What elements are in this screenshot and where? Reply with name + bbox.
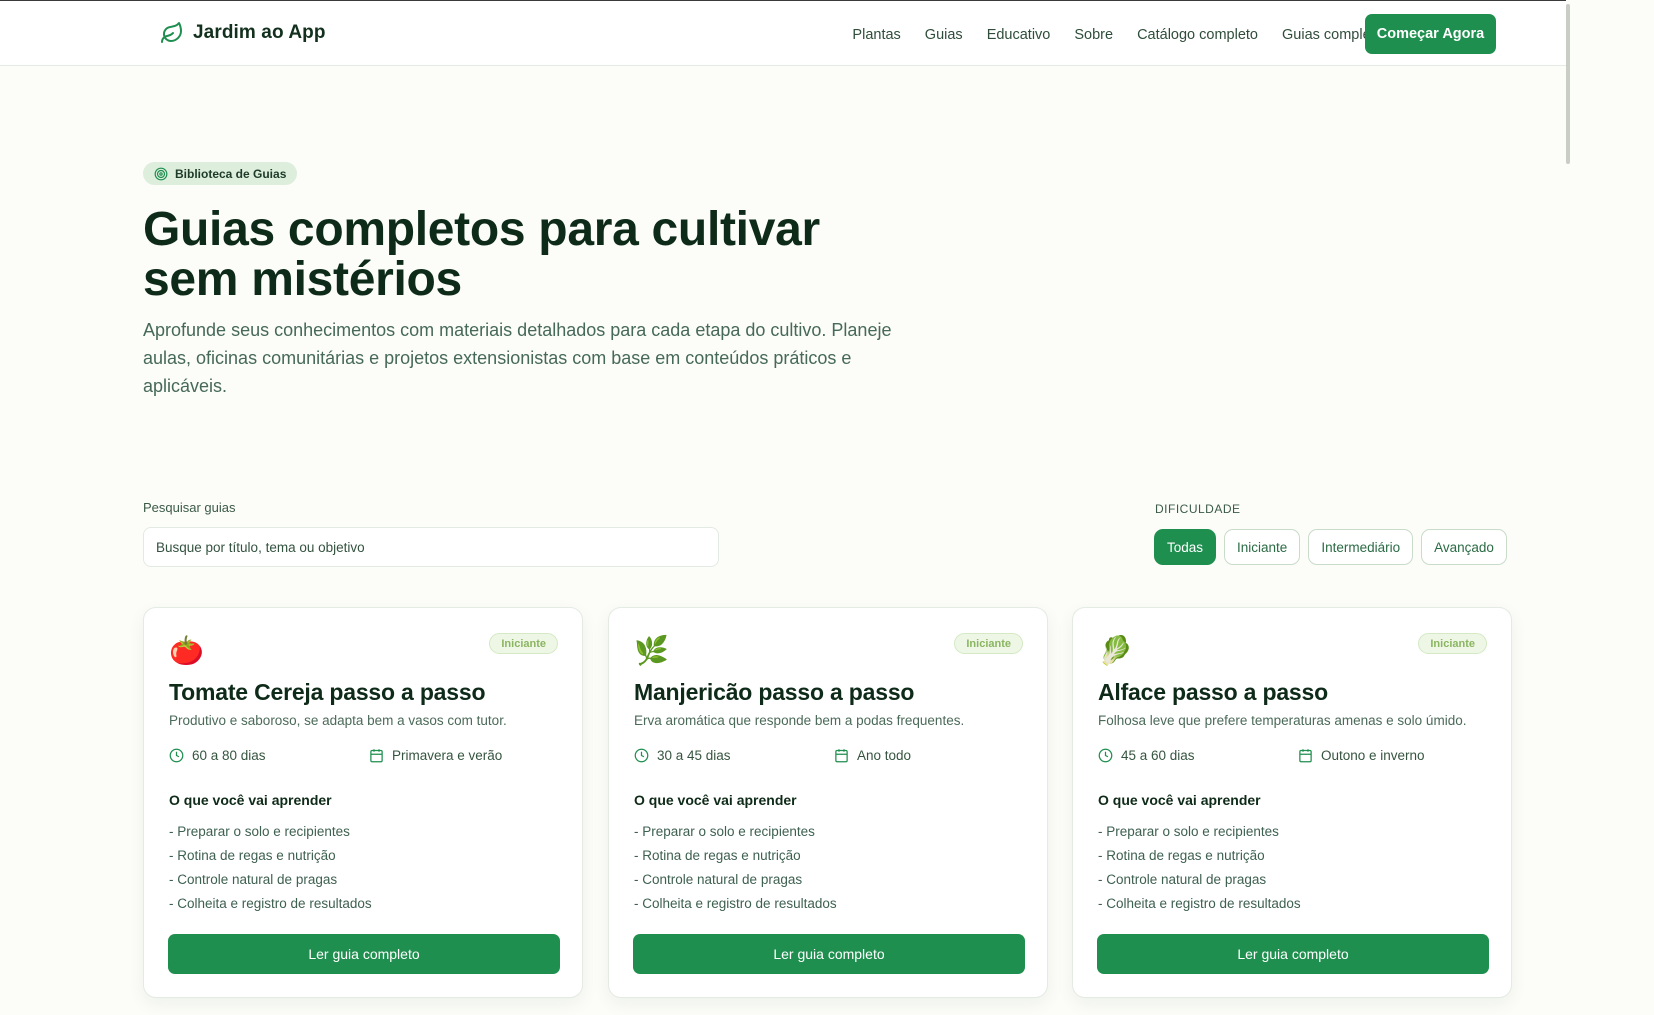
clock-icon: [169, 748, 184, 763]
main-nav: Plantas Guias Educativo Sobre Catálogo c…: [852, 27, 1390, 43]
guide-meta: 45 a 60 dias Outono e inverno: [1098, 748, 1488, 763]
duration-text: 60 a 80 dias: [192, 748, 266, 763]
nav-link-guias[interactable]: Guias: [925, 27, 963, 43]
filter-todas[interactable]: Todas: [1154, 529, 1217, 565]
guide-card: 🍅 Iniciante Tomate Cereja passo a passo …: [143, 607, 583, 998]
season-info: Ano todo: [834, 748, 911, 763]
nav-link-educativo[interactable]: Educativo: [987, 27, 1051, 43]
learn-heading: O que você vai aprender: [169, 792, 332, 808]
learn-heading: O que você vai aprender: [634, 792, 797, 808]
list-item: - Preparar o solo e recipientes: [169, 824, 350, 839]
read-guide-button[interactable]: Ler guia completo: [1097, 934, 1489, 974]
list-item: - Rotina de regas e nutrição: [1098, 848, 1265, 863]
duration-info: 60 a 80 dias: [169, 748, 369, 763]
filter-intermediario[interactable]: Intermediário: [1308, 529, 1414, 565]
guide-title: Manjericão passo a passo: [634, 679, 915, 705]
guide-title: Alface passo a passo: [1098, 679, 1328, 705]
calendar-icon: [1299, 749, 1312, 763]
duration-info: 30 a 45 dias: [634, 748, 834, 763]
start-now-button[interactable]: Começar Agora: [1365, 14, 1496, 54]
nav-link-catalogo-completo[interactable]: Catálogo completo: [1137, 27, 1258, 43]
guide-meta: 60 a 80 dias Primavera e verão: [169, 748, 559, 763]
brand-name: Jardim ao App: [193, 22, 326, 43]
list-item: - Controle natural de pragas: [169, 872, 338, 887]
difficulty-badge: Iniciante: [489, 633, 558, 654]
nav-link-sobre[interactable]: Sobre: [1074, 27, 1113, 43]
guide-description: Produtivo e saboroso, se adapta bem a va…: [169, 713, 507, 728]
guide-title: Tomate Cereja passo a passo: [169, 679, 486, 705]
target-icon: [154, 167, 168, 180]
guide-meta: 30 a 45 dias Ano todo: [634, 748, 1024, 763]
guide-card: 🌿 Iniciante Manjericão passo a passo Erv…: [608, 607, 1048, 998]
list-item: - Controle natural de pragas: [1098, 872, 1267, 887]
difficulty-badge: Iniciante: [1418, 633, 1487, 654]
nav-link-plantas[interactable]: Plantas: [852, 27, 900, 43]
duration-text: 30 a 45 dias: [657, 748, 731, 763]
section-badge: Biblioteca de Guias: [143, 162, 298, 185]
learn-list: - Preparar o solo e recipientes - Rotina…: [169, 820, 372, 916]
clock-icon: [1098, 748, 1113, 763]
season-info: Outono e inverno: [1298, 748, 1425, 763]
clock-icon: [634, 748, 649, 763]
list-item: - Rotina de regas e nutrição: [634, 848, 801, 863]
herb-icon: 🌿: [634, 635, 669, 666]
page: Jardim ao App Plantas Guias Educativo So…: [0, 0, 1654, 1015]
brand-logo[interactable]: Jardim ao App: [160, 21, 326, 45]
lettuce-icon: 🥬: [1098, 635, 1133, 666]
scrollbar-track: [1566, 0, 1654, 1015]
list-item: - Colheita e registro de resultados: [169, 896, 372, 911]
season-text: Ano todo: [857, 748, 912, 763]
list-item: - Preparar o solo e recipientes: [634, 824, 815, 839]
calendar-icon: [835, 749, 848, 763]
list-item: - Colheita e registro de resultados: [634, 896, 837, 911]
read-guide-button[interactable]: Ler guia completo: [168, 934, 560, 974]
search-label: Pesquisar guias: [143, 500, 236, 515]
guide-description: Folhosa leve que prefere temperaturas am…: [1098, 713, 1467, 728]
page-description: Aprofunde seus conhecimentos com materia…: [143, 320, 892, 396]
difficulty-filter-group: Todas Iniciante Intermediário Avançado: [1154, 529, 1507, 565]
page-title: Guias completos para cultivar sem mistér…: [143, 203, 820, 306]
leaf-icon: [161, 22, 182, 43]
guide-card: 🥬 Iniciante Alface passo a passo Folhosa…: [1072, 607, 1512, 998]
list-item: - Colheita e registro de resultados: [1098, 896, 1301, 911]
difficulty-badge: Iniciante: [954, 633, 1023, 654]
learn-heading: O que você vai aprender: [1098, 792, 1261, 808]
season-info: Primavera e verão: [369, 748, 502, 763]
season-text: Outono e inverno: [1321, 748, 1425, 763]
calendar-icon: [370, 749, 383, 763]
duration-info: 45 a 60 dias: [1098, 748, 1298, 763]
list-item: - Controle natural de pragas: [634, 872, 803, 887]
learn-list: - Preparar o solo e recipientes - Rotina…: [1098, 820, 1301, 916]
badge-label: Biblioteca de Guias: [175, 166, 287, 181]
top-navigation-bar: Jardim ao App Plantas Guias Educativo So…: [0, 0, 1654, 66]
duration-text: 45 a 60 dias: [1121, 748, 1195, 763]
tomato-icon: 🍅: [169, 635, 204, 666]
filter-avancado[interactable]: Avançado: [1421, 529, 1507, 565]
difficulty-label: DIFICULDADE: [1155, 502, 1241, 516]
learn-list: - Preparar o solo e recipientes - Rotina…: [634, 820, 837, 916]
list-item: - Preparar o solo e recipientes: [1098, 824, 1279, 839]
search-input[interactable]: [143, 527, 719, 567]
scrollbar-thumb[interactable]: [1566, 4, 1570, 164]
guide-description: Erva aromática que responde bem a podas …: [634, 713, 965, 728]
list-item: - Rotina de regas e nutrição: [169, 848, 336, 863]
filter-iniciante[interactable]: Iniciante: [1224, 529, 1301, 565]
season-text: Primavera e verão: [392, 748, 503, 763]
read-guide-button[interactable]: Ler guia completo: [633, 934, 1025, 974]
